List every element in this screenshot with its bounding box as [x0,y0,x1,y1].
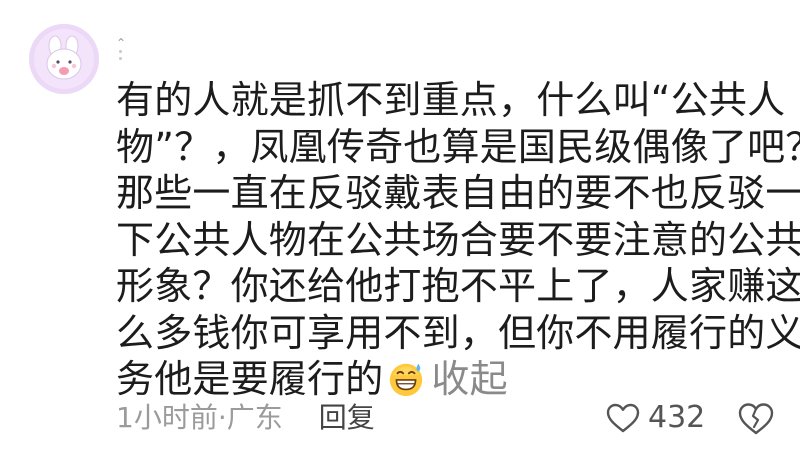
comment-line: 下公共人物在公共场合要不要注意的公共 [116,217,800,262]
reply-button[interactable]: 回复 [319,401,375,434]
heart-outline-icon [606,403,640,433]
like-button[interactable]: 432 [606,398,705,438]
like-count: 432 [648,400,706,435]
comment-line: 物”？，凤凰传奇也算是国民级偶像了吧？ [116,124,800,169]
comment-meta: 1小时前·广东 回复 [116,398,375,438]
collapse-link[interactable]: 收起 [431,357,507,401]
comment-line: 有的人就是抓不到重点，什么叫“公共人 [116,78,786,122]
comment-line: 务他是要履行的 [116,357,384,401]
timestamp-location: 1小时前·广东 [116,401,283,434]
avatar[interactable] [29,24,99,94]
comment-line: 那些一直在反驳戴表自由的要不也反驳一 [116,171,800,215]
comment-last-line: 务他是要履行的 收起 [116,356,766,403]
username-placeholder[interactable]: ⌃ [116,37,126,60]
grinning-sweat-emoji-icon [390,363,423,397]
bunny-avatar-icon [29,24,99,94]
comment-line: 么多钱你可享用不到，但你不用履行的义 [116,310,800,355]
comment-line: 形象？你还给他打抱不平上了，人家赚这 [116,264,800,308]
comment-text: 有的人就是抓不到重点，什么叫“公共人 物”？，凤凰传奇也算是国民级偶像了吧？ 那… [116,77,800,403]
broken-heart-outline-icon[interactable] [738,402,774,436]
